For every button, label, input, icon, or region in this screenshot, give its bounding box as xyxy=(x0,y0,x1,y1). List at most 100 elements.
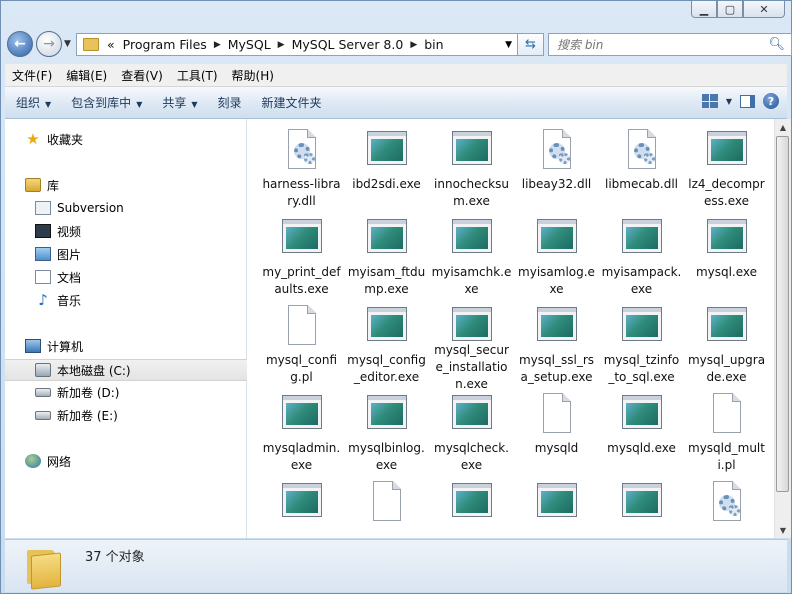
nav-music[interactable]: ♪ 音乐 xyxy=(5,290,276,310)
nav-libraries[interactable]: 库 xyxy=(5,175,266,195)
include-library-button[interactable]: 包含到库中 ▼ xyxy=(60,94,151,111)
file-item[interactable]: mysqladmin.exe xyxy=(259,393,344,481)
address-bar[interactable]: « Program Files ▶ MySQL ▶ MySQL Server 8… xyxy=(76,33,518,56)
star-icon: ★ xyxy=(26,130,40,148)
file-item[interactable]: mysql.exe xyxy=(684,217,769,305)
nav-videos[interactable]: 视频 xyxy=(5,221,276,241)
nav-network[interactable]: 网络 xyxy=(5,451,266,471)
file-name: innochecksum.exe xyxy=(434,177,509,208)
nav-favorites[interactable]: ★ 收藏夹 xyxy=(5,129,266,149)
menu-help[interactable]: 帮助(H) xyxy=(225,67,281,84)
view-dropdown-icon[interactable]: ▼ xyxy=(726,97,732,106)
file-item[interactable]: myisampack.exe xyxy=(599,217,684,305)
close-button[interactable]: ✕ xyxy=(743,1,785,18)
menu-view[interactable]: 查看(V) xyxy=(114,67,170,84)
file-item[interactable] xyxy=(514,481,599,538)
recent-pages-dropdown[interactable]: ▼ xyxy=(64,39,71,49)
file-item[interactable]: mysqld.exe xyxy=(599,393,684,481)
chevron-right-icon[interactable]: ▶ xyxy=(275,40,288,50)
preview-pane-icon[interactable] xyxy=(740,94,755,108)
share-button[interactable]: 共享 ▼ xyxy=(151,94,206,111)
file-item[interactable]: lz4_decompress.exe xyxy=(684,129,769,217)
search-icon[interactable]: 🔍︎ xyxy=(768,37,785,52)
scroll-down-icon[interactable]: ▼ xyxy=(775,522,791,538)
nav-drive-d[interactable]: 新加卷 (D:) xyxy=(5,382,276,402)
file-name: mysql_config.pl xyxy=(265,353,338,384)
nav-drive-e[interactable]: 新加卷 (E:) xyxy=(5,405,276,425)
menu-tools[interactable]: 工具(T) xyxy=(170,67,225,84)
file-item[interactable]: libeay32.dll xyxy=(514,129,599,217)
refresh-button[interactable]: ⇆ xyxy=(517,33,544,56)
application-icon xyxy=(280,481,324,525)
file-name: lz4_decompress.exe xyxy=(688,177,765,208)
file-item[interactable]: mysql_config_editor.exe xyxy=(344,305,429,393)
address-dropdown-icon[interactable]: ▼ xyxy=(505,40,512,50)
nav-computer[interactable]: 计算机 xyxy=(5,336,266,356)
file-name: mysqld.exe xyxy=(607,441,676,455)
file-item[interactable]: myisam_ftdump.exe xyxy=(344,217,429,305)
breadcrumb-overflow[interactable]: « xyxy=(103,37,119,52)
nav-drive-c[interactable]: 本地磁盘 (C:) xyxy=(5,359,276,381)
menu-edit[interactable]: 编辑(E) xyxy=(59,67,114,84)
chevron-right-icon[interactable]: ▶ xyxy=(407,40,420,50)
file-item[interactable]: myisamchk.exe xyxy=(429,217,514,305)
chevron-right-icon[interactable]: ▶ xyxy=(211,40,224,50)
nav-documents[interactable]: 文档 xyxy=(5,267,276,287)
view-options-icon[interactable] xyxy=(701,94,718,108)
file-item[interactable]: harness-library.dll xyxy=(259,129,344,217)
new-folder-button[interactable]: 新建文件夹 xyxy=(251,94,331,111)
breadcrumb-mysql-server[interactable]: MySQL Server 8.0 xyxy=(288,37,408,52)
nav-subversion[interactable]: Subversion xyxy=(5,198,276,218)
explorer-window: ▁ ▢ ✕ ← → ▼ « Program Files ▶ MySQL ▶ My… xyxy=(0,0,792,594)
file-item[interactable]: myisamlog.exe xyxy=(514,217,599,305)
application-icon xyxy=(620,305,664,349)
vertical-scrollbar[interactable]: ▲ ▼ xyxy=(774,119,791,538)
file-item[interactable] xyxy=(599,481,684,538)
file-item[interactable]: mysql_secure_installation.exe xyxy=(429,305,514,393)
forward-arrow-icon: → xyxy=(43,36,55,52)
file-item[interactable]: my_print_defaults.exe xyxy=(259,217,344,305)
application-icon xyxy=(535,217,579,261)
application-icon xyxy=(535,305,579,349)
file-name: mysql_secure_installation.exe xyxy=(434,343,509,391)
breadcrumb-mysql[interactable]: MySQL xyxy=(224,37,275,52)
file-item[interactable]: mysqlbinlog.exe xyxy=(344,393,429,481)
file-item[interactable]: libmecab.dll xyxy=(599,129,684,217)
help-icon[interactable]: ? xyxy=(763,93,779,109)
application-icon xyxy=(620,393,664,437)
search-input[interactable] xyxy=(549,36,769,53)
burn-button[interactable]: 刻录 xyxy=(207,94,251,111)
back-arrow-icon: ← xyxy=(14,36,26,52)
application-icon xyxy=(620,217,664,261)
file-item[interactable]: mysql_upgrade.exe xyxy=(684,305,769,393)
file-name: mysqlbinlog.exe xyxy=(348,441,425,472)
menu-file[interactable]: 文件(F) xyxy=(5,67,59,84)
nav-libraries-label: 库 xyxy=(47,178,60,193)
file-item[interactable] xyxy=(429,481,514,538)
scrollbar-thumb[interactable] xyxy=(776,136,789,492)
scroll-up-icon[interactable]: ▲ xyxy=(775,119,791,135)
file-item[interactable] xyxy=(344,481,429,538)
file-item[interactable] xyxy=(259,481,344,538)
application-icon xyxy=(705,217,749,261)
file-item[interactable] xyxy=(684,481,769,538)
nav-pictures[interactable]: 图片 xyxy=(5,244,276,264)
forward-button[interactable]: → xyxy=(36,31,62,57)
file-item[interactable]: mysqlcheck.exe xyxy=(429,393,514,481)
back-button[interactable]: ← xyxy=(7,31,33,57)
organize-button[interactable]: 组织 ▼ xyxy=(5,94,60,111)
file-name: mysqld xyxy=(534,441,579,455)
file-item[interactable]: mysql_ssl_rsa_setup.exe xyxy=(514,305,599,393)
file-item[interactable]: ibd2sdi.exe xyxy=(344,129,429,217)
file-item[interactable]: innochecksum.exe xyxy=(429,129,514,217)
file-item[interactable]: mysqld_multi.pl xyxy=(684,393,769,481)
breadcrumb-program-files[interactable]: Program Files xyxy=(119,37,211,52)
maximize-button[interactable]: ▢ xyxy=(717,1,743,18)
minimize-button[interactable]: ▁ xyxy=(691,1,717,18)
breadcrumb-bin[interactable]: bin xyxy=(420,37,447,52)
file-item[interactable]: mysql_tzinfo_to_sql.exe xyxy=(599,305,684,393)
file-item[interactable]: mysqld xyxy=(514,393,599,481)
file-item[interactable]: mysql_config.pl xyxy=(259,305,344,393)
file-name: mysql_ssl_rsa_setup.exe xyxy=(518,353,595,384)
file-name: my_print_defaults.exe xyxy=(262,265,341,296)
